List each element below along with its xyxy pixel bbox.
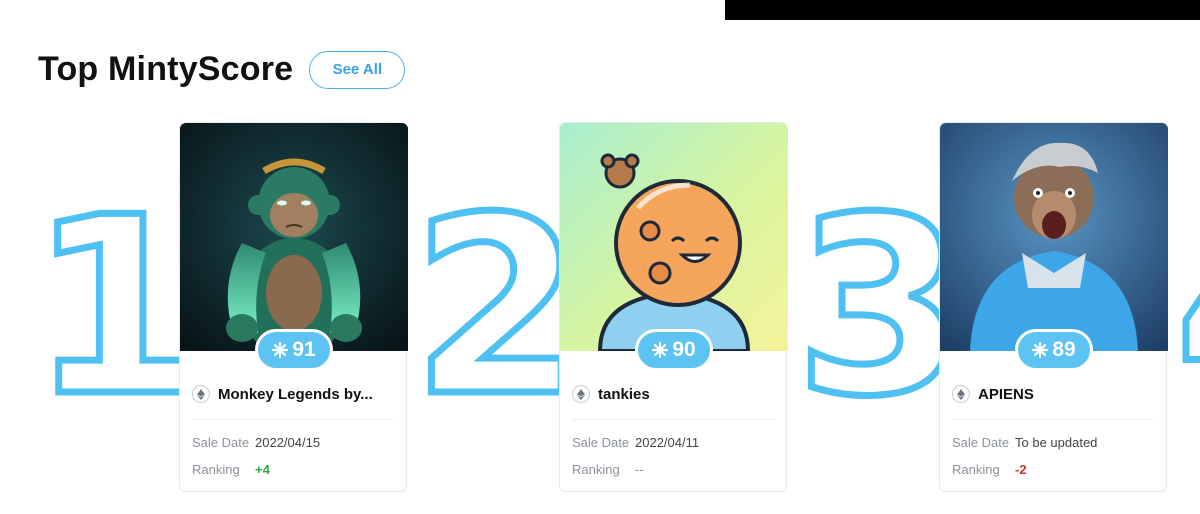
sale-date-value: 2022/04/15: [255, 435, 321, 450]
mintyscore-badge: 90: [635, 329, 713, 371]
ranking-label: Ranking: [952, 462, 1000, 477]
score-value: 90: [672, 338, 696, 361]
rank-number-2: 2: [408, 165, 586, 450]
nft-image-apiens[interactable]: [940, 123, 1168, 351]
section-header: Top MintyScore See All: [38, 50, 406, 89]
ranking-label: Ranking: [572, 462, 620, 477]
see-all-button[interactable]: See All: [309, 50, 406, 89]
sale-date-value: 2022/04/11: [635, 435, 700, 450]
nft-image-monkey[interactable]: [180, 123, 408, 351]
section-title: Top MintyScore: [38, 50, 294, 88]
ranking-change: +4: [255, 462, 270, 477]
score-value: 91: [292, 338, 316, 361]
mintyscore-badge: 91: [255, 329, 333, 371]
rank-number-1: 1: [26, 165, 204, 450]
divider: [952, 419, 1154, 420]
sale-date-label: Sale Date: [952, 435, 1010, 450]
rank-number-4: 4: [1171, 182, 1200, 434]
collection-name[interactable]: APIENS: [978, 386, 1034, 403]
ethereum-icon: [952, 385, 970, 403]
nft-card[interactable]: 90 tankies Sale Date 2022/04/11 Ranking …: [559, 122, 788, 492]
score-value: 89: [1052, 338, 1076, 361]
nft-image-tankies[interactable]: [560, 123, 788, 351]
top-black-bar: [725, 0, 1200, 20]
mintyscore-badge: 89: [1015, 329, 1093, 371]
divider: [572, 419, 774, 420]
divider: [192, 419, 394, 420]
sale-date-label: Sale Date: [192, 435, 250, 450]
ranking-change: --: [635, 462, 644, 477]
ranking-label: Ranking: [192, 462, 240, 477]
mintyscore-icon: [652, 342, 669, 358]
ethereum-icon: [192, 385, 210, 403]
collection-name[interactable]: Monkey Legends by...: [218, 386, 373, 403]
nft-card[interactable]: 91 Monkey Legends by... Sale Date 2022/0…: [179, 122, 408, 492]
ranking-change: -2: [1015, 462, 1027, 477]
sale-date-label: Sale Date: [572, 435, 630, 450]
sale-date-value: To be updated: [1015, 435, 1098, 450]
collection-name[interactable]: tankies: [598, 386, 650, 403]
mintyscore-icon: [272, 342, 289, 358]
ethereum-icon: [572, 385, 590, 403]
nft-card[interactable]: 89 APIENS Sale Date To be updated Rankin…: [939, 122, 1168, 492]
mintyscore-icon: [1032, 342, 1049, 358]
